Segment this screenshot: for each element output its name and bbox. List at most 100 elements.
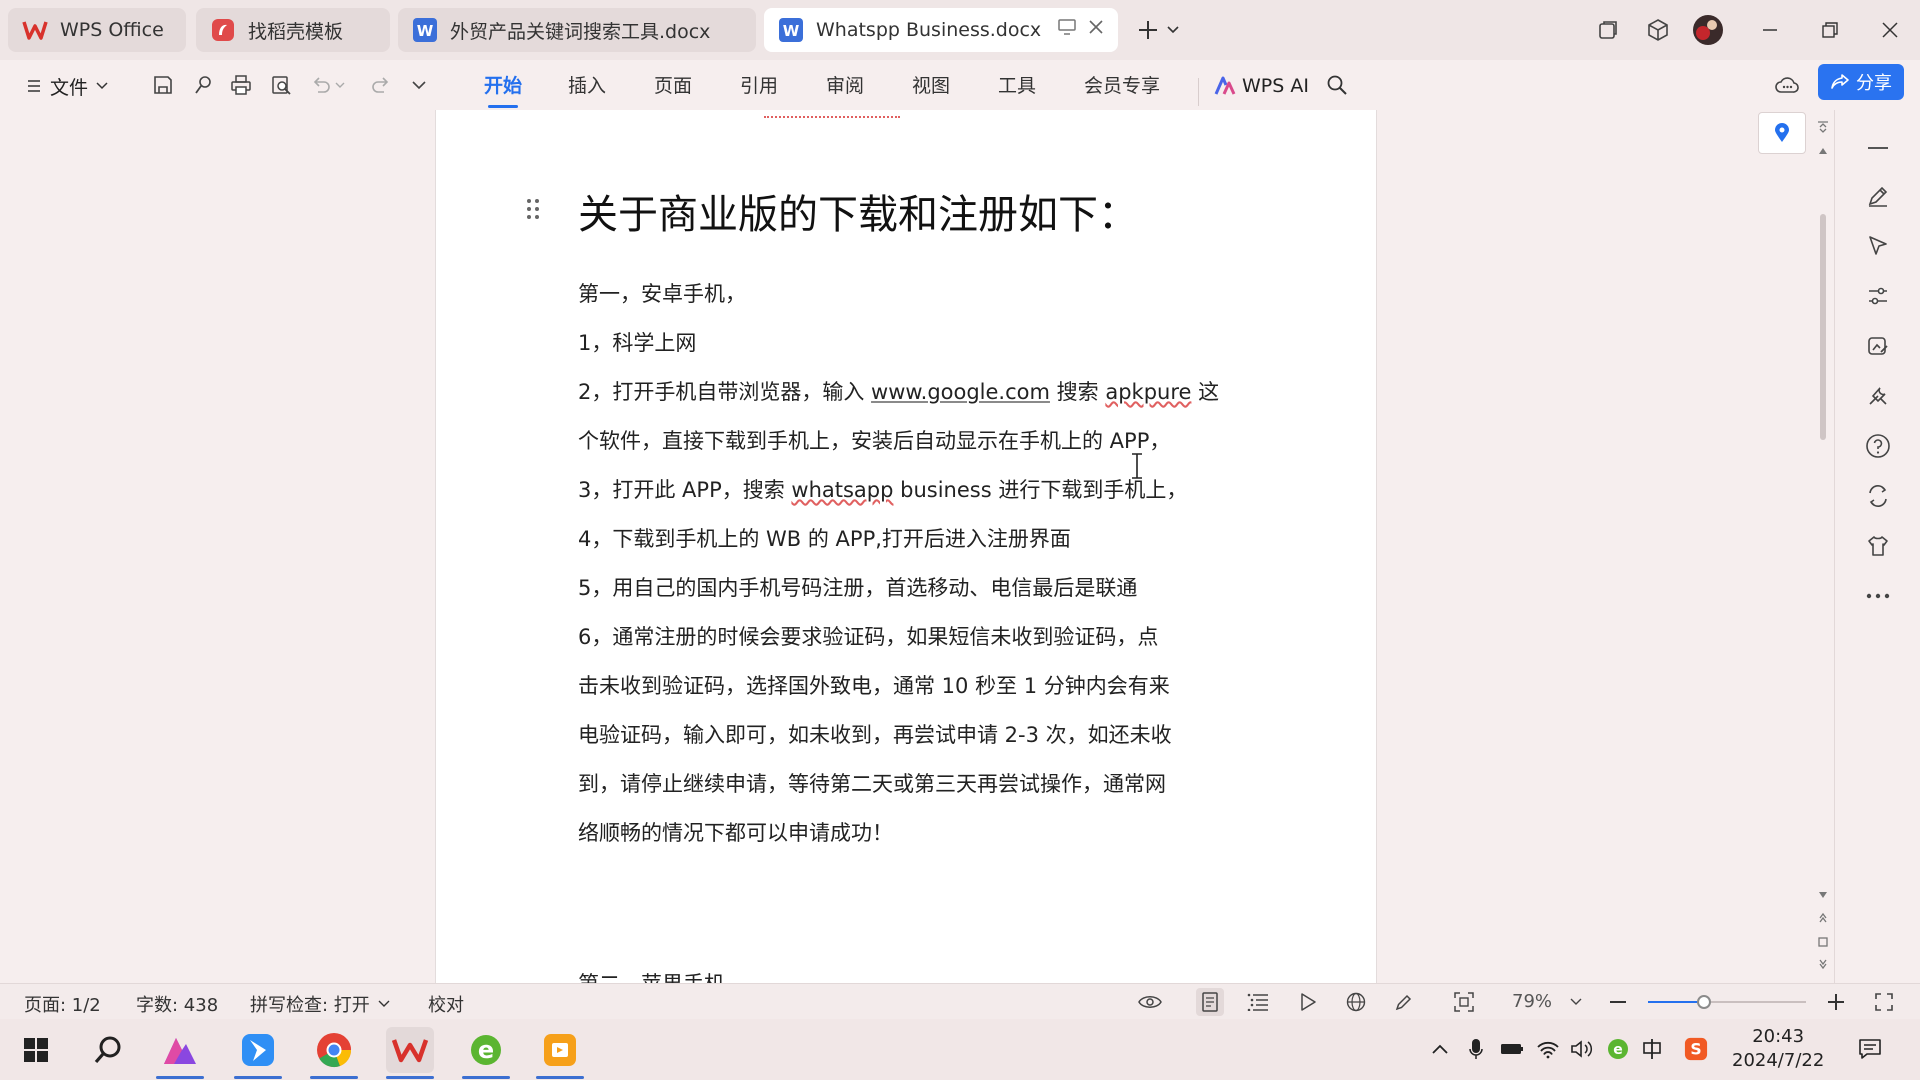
chevron-down-icon[interactable] (1562, 988, 1590, 1016)
pen-icon[interactable] (1390, 988, 1418, 1016)
wps-taskbar-icon[interactable] (386, 1027, 434, 1079)
notification-icon[interactable] (1858, 1037, 1882, 1061)
tab-home[interactable]: 开始 (484, 70, 522, 108)
chrome-icon[interactable] (310, 1027, 358, 1079)
tab-keyword-doc[interactable]: W 外贸产品关键词搜索工具.docx (398, 8, 756, 52)
document-heading: 关于商业版的下载和注册如下： (578, 192, 1138, 238)
redo-icon[interactable] (366, 70, 396, 100)
minimize-icon[interactable] (1752, 12, 1788, 48)
window-tile-icon[interactable] (1590, 12, 1626, 48)
browser-e-icon[interactable]: e (462, 1027, 510, 1079)
fullscreen-icon[interactable] (1870, 988, 1898, 1016)
wifi-icon[interactable] (1536, 1037, 1560, 1061)
help-icon[interactable] (1862, 430, 1894, 462)
chevron-down-icon[interactable] (332, 70, 348, 100)
zoom-slider[interactable] (1648, 995, 1806, 1009)
chevron-down-icon[interactable] (404, 70, 434, 100)
spell-marked-word: whatsapp (791, 478, 894, 502)
tab-view[interactable]: 视图 (912, 70, 950, 102)
running-indicator (386, 1076, 434, 1079)
tools-icon[interactable] (1862, 380, 1894, 412)
print-preview-icon[interactable] (266, 70, 296, 100)
monitor-icon[interactable] (1058, 19, 1076, 35)
tab-review[interactable]: 审阅 (826, 70, 864, 102)
tab-label: Whatspp Business.docx (816, 19, 1042, 41)
avatar[interactable] (1690, 12, 1726, 48)
cube-icon[interactable] (1640, 12, 1676, 48)
eye-icon[interactable] (1136, 988, 1164, 1016)
translate-icon[interactable] (1862, 480, 1894, 512)
paragraph-line: 3，打开此 APP，搜索 whatsapp business 进行下载到手机上， (578, 474, 1187, 504)
chevron-down-icon (96, 82, 108, 90)
divider (1198, 78, 1199, 106)
zoom-in-icon[interactable] (1822, 988, 1850, 1016)
tab-wps-office[interactable]: WPS Office (8, 8, 186, 52)
line-text: 这 (1191, 380, 1220, 404)
previous-text-fragment (764, 110, 900, 118)
microphone-icon[interactable] (1464, 1037, 1488, 1061)
cloud-sync-icon[interactable] (1772, 70, 1802, 100)
svg-text:e: e (1613, 1042, 1623, 1058)
image-edit-icon[interactable] (1862, 330, 1894, 362)
show-hidden-icons[interactable] (1428, 1037, 1452, 1061)
close-tab-icon[interactable] (1088, 19, 1104, 35)
search-icon[interactable] (84, 1027, 132, 1073)
location-pin-icon[interactable] (1758, 112, 1806, 154)
ime-chinese-icon[interactable] (1640, 1037, 1664, 1061)
clock-date: 2024/7/22 (1732, 1050, 1825, 1071)
vertical-scrollbar[interactable] (1812, 110, 1834, 983)
paragraph-line: 击未收到验证码，选择国外致电，通常 10 秒至 1 分钟内会有来 (578, 674, 1170, 698)
share-button[interactable]: 分享 (1818, 64, 1904, 100)
restore-icon[interactable] (1812, 12, 1848, 48)
select-cursor-icon[interactable] (1862, 230, 1894, 262)
spell-check-toggle[interactable]: 拼写检查: 打开 (250, 991, 390, 1017)
tab-member[interactable]: 会员专享 (1084, 70, 1160, 102)
windows-start-icon[interactable] (12, 1027, 60, 1073)
more-options-icon[interactable] (1862, 580, 1894, 612)
google-link[interactable]: www.google.com (871, 380, 1050, 404)
play-icon[interactable] (1294, 988, 1322, 1016)
zoom-slider-thumb[interactable] (1697, 995, 1711, 1009)
web-view-icon[interactable] (1342, 988, 1370, 1016)
word-count[interactable]: 字数: 438 (136, 991, 218, 1017)
save-icon[interactable] (148, 70, 178, 100)
paragraph-line: 6，通常注册的时候会要求验证码，如果短信未收到验证码，点 (578, 625, 1159, 649)
tab-insert[interactable]: 插入 (568, 70, 606, 102)
collapse-panel-icon[interactable] (1862, 132, 1894, 164)
close-window-icon[interactable] (1872, 12, 1908, 48)
orange-app-icon[interactable] (536, 1027, 584, 1079)
tab-whatsapp-business-doc[interactable]: W Whatspp Business.docx (764, 8, 1118, 52)
fit-page-icon[interactable] (1450, 988, 1478, 1016)
tab-references[interactable]: 引用 (740, 70, 778, 102)
zoom-out-icon[interactable] (1604, 988, 1632, 1016)
drag-handle-icon[interactable] (524, 196, 542, 222)
shirt-icon[interactable] (1862, 530, 1894, 562)
browser-e-tray-icon[interactable]: e (1606, 1037, 1630, 1061)
app-triangle-icon[interactable] (156, 1027, 204, 1079)
zoom-level[interactable]: 79% (1512, 991, 1552, 1012)
battery-icon[interactable] (1500, 1037, 1524, 1061)
new-tab-icon[interactable] (1130, 12, 1166, 48)
chevron-down-icon[interactable] (1162, 12, 1184, 48)
pen-icon[interactable] (1862, 180, 1894, 212)
print-icon[interactable] (226, 70, 256, 100)
tab-page[interactable]: 页面 (654, 70, 692, 102)
volume-icon[interactable] (1570, 1037, 1594, 1061)
wps-ai-button[interactable]: WPS AI (1214, 70, 1309, 102)
outline-view-icon[interactable] (1244, 988, 1272, 1016)
file-menu-button[interactable]: 文件 (26, 70, 108, 102)
adjust-sliders-icon[interactable] (1862, 280, 1894, 312)
format-painter-icon[interactable] (188, 70, 218, 100)
tab-tools[interactable]: 工具 (998, 70, 1036, 102)
page-indicator[interactable]: 页面: 1/2 (24, 991, 101, 1017)
document-page[interactable]: 关于商业版的下载和注册如下： 第一，安卓手机， 1，科学上网 2，打开手机自带浏… (436, 110, 1376, 983)
sogou-ime-icon[interactable]: S (1684, 1037, 1708, 1061)
search-icon[interactable] (1322, 70, 1352, 100)
paragraph-line: 个软件，直接下载到手机上，安装后自动显示在手机上的 APP， (578, 429, 1171, 453)
system-clock[interactable]: 20:43 2024/7/22 (1732, 1025, 1824, 1073)
tab-docer-templates[interactable]: 找稻壳模板 (196, 8, 390, 52)
proofread-button[interactable]: 校对 (428, 991, 464, 1017)
running-indicator (156, 1076, 204, 1079)
feishu-app-icon[interactable] (234, 1027, 282, 1079)
page-view-icon[interactable] (1196, 988, 1224, 1016)
